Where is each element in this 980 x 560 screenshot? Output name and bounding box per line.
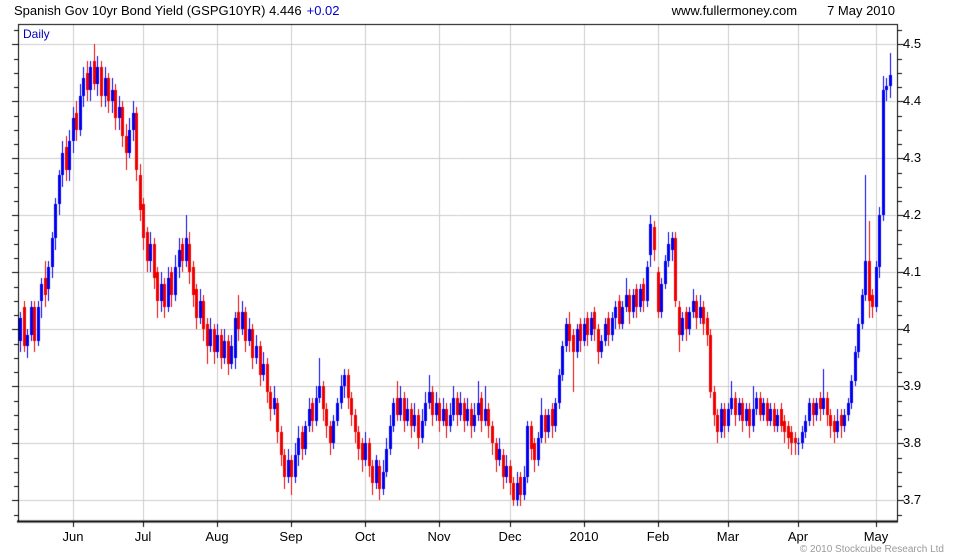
interval-label: Daily <box>21 27 52 41</box>
candlestick-chart <box>0 0 980 560</box>
x-axis-label: 2010 <box>569 529 599 544</box>
y-axis-label: 4.1 <box>903 264 922 279</box>
x-axis-label: Feb <box>646 529 670 544</box>
x-axis-label: Nov <box>427 529 451 544</box>
y-axis-label: 4.4 <box>903 93 922 108</box>
change-value: +0.02 <box>306 3 340 18</box>
title-text: Spanish Gov 10yr Bond Yield (GSPG10YR) 4… <box>14 3 302 18</box>
x-axis-label: Apr <box>787 529 809 544</box>
header-right: www.fullermoney.com 7 May 2010 <box>672 3 895 18</box>
x-axis-label: Jun <box>62 529 84 544</box>
y-axis-label: 4.3 <box>903 150 922 165</box>
x-axis-label: May <box>863 529 889 544</box>
x-axis-label: Sep <box>279 529 303 544</box>
x-axis-label: Aug <box>205 529 229 544</box>
x-axis-label: Jul <box>134 529 152 544</box>
copyright-notice: © 2010 Stockcube Research Ltd <box>799 544 944 555</box>
site-link[interactable]: www.fullermoney.com <box>672 3 797 18</box>
x-axis-label: Dec <box>498 529 522 544</box>
y-axis-label: 3.9 <box>903 378 922 393</box>
y-axis-label: 4.5 <box>903 36 922 51</box>
chart-window: Spanish Gov 10yr Bond Yield (GSPG10YR) 4… <box>0 0 980 560</box>
x-axis-label: Mar <box>716 529 740 544</box>
y-axis-label: 3.7 <box>903 492 922 507</box>
x-axis-label: Oct <box>354 529 376 544</box>
y-axis-label: 3.8 <box>903 435 922 450</box>
chart-title: Spanish Gov 10yr Bond Yield (GSPG10YR) 4… <box>14 3 340 18</box>
chart-date: 7 May 2010 <box>827 3 895 18</box>
y-axis-label: 4.2 <box>903 207 922 222</box>
y-axis-label: 4 <box>903 321 911 336</box>
